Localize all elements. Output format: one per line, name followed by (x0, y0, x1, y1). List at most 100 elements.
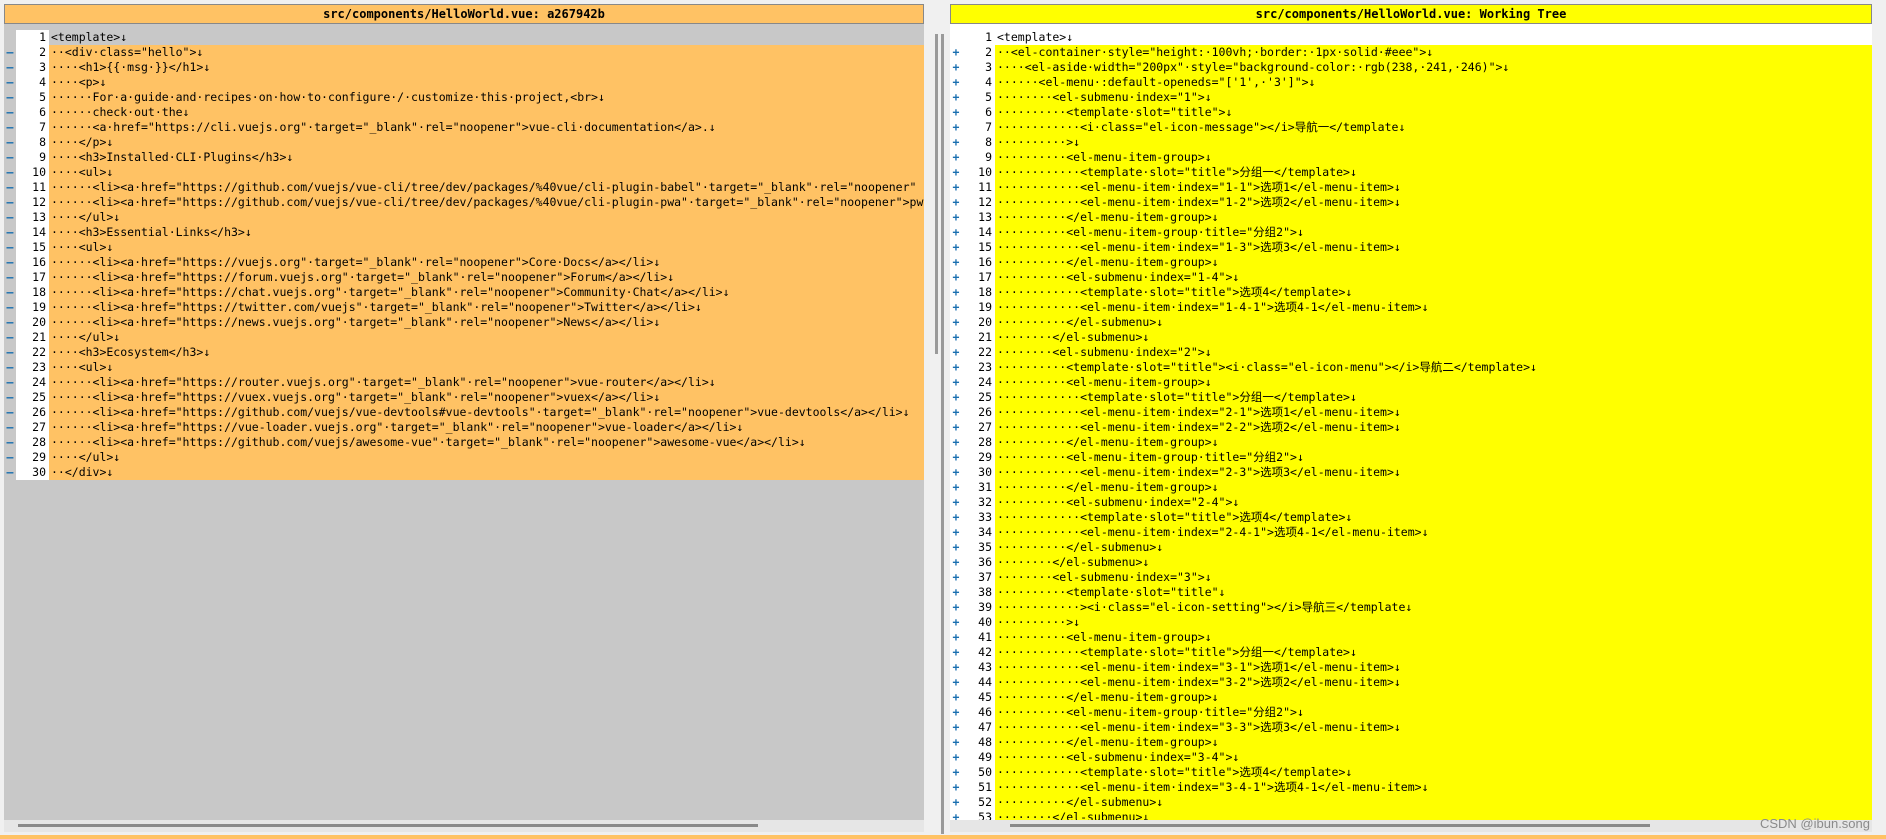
right-horizontal-scrollbar[interactable] (950, 820, 1872, 832)
code-line[interactable]: +37 ········<el-submenu·index="3">↓ (950, 570, 1872, 585)
code-line[interactable]: —2 ··<div·class="hello">↓ (4, 45, 924, 60)
code-line[interactable]: —30 ··</div>↓ (4, 465, 924, 480)
code-line[interactable]: +46 ··········<el-menu-item-group·title="… (950, 705, 1872, 720)
left-code-area[interactable]: 1 <template>↓ —2 ··<div·class="hello">↓ —3 ··… (4, 30, 924, 818)
code-line[interactable]: —7 ······<a·href="https://cli.vuejs.org"·… (4, 120, 924, 135)
left-vertical-scrollbar-thumb[interactable] (935, 34, 938, 354)
code-line[interactable]: —4 ····<p>↓ (4, 75, 924, 90)
code-line[interactable]: +6 ··········<template·slot="title">↓ (950, 105, 1872, 120)
code-line[interactable]: —18 ······<li><a·href="https://chat.vuejs… (4, 285, 924, 300)
code-line[interactable]: +29 ··········<el-menu-item-group·title="… (950, 450, 1872, 465)
code-line[interactable]: —13 ····</ul>↓ (4, 210, 924, 225)
code-line[interactable]: +26 ············<el-menu-item·index="2-1"… (950, 405, 1872, 420)
code-line[interactable]: +38 ··········<template·slot="title"↓ (950, 585, 1872, 600)
code-line[interactable]: +25 ············<template·slot="title">分组… (950, 390, 1872, 405)
added-line-marker: + (952, 780, 960, 794)
line-code-text: ············<el-menu-item·index="2-2">选项… (995, 420, 1872, 435)
code-line[interactable]: +28 ··········</el-menu-item-group>↓ (950, 435, 1872, 450)
code-line[interactable]: +45 ··········</el-menu-item-group>↓ (950, 690, 1872, 705)
left-diff-pane[interactable]: src/components/HelloWorld.vue: a267942b … (4, 4, 924, 832)
left-scroll-thumb[interactable] (18, 824, 758, 827)
code-line[interactable]: +44 ············<el-menu-item·index="3-2"… (950, 675, 1872, 690)
right-code-area[interactable]: 1 <template>↓ +2 ··<el-container·style="hei… (950, 30, 1872, 825)
code-line[interactable]: +52 ··········</el-submenu>↓ (950, 795, 1872, 810)
code-line[interactable]: +15 ············<el-menu-item·index="1-3"… (950, 240, 1872, 255)
code-line[interactable]: —10 ····<ul>↓ (4, 165, 924, 180)
code-line[interactable]: —19 ······<li><a·href="https://twitter.co… (4, 300, 924, 315)
code-line[interactable]: +31 ··········</el-menu-item-group>↓ (950, 480, 1872, 495)
line-code-text: ····</ul>↓ (49, 210, 924, 225)
code-line[interactable]: —24 ······<li><a·href="https://router.vue… (4, 375, 924, 390)
code-line[interactable]: —17 ······<li><a·href="https://forum.vuej… (4, 270, 924, 285)
code-line[interactable]: +7 ············<i·class="el-icon-message"… (950, 120, 1872, 135)
left-horizontal-scrollbar[interactable] (4, 820, 924, 832)
code-line[interactable]: +27 ············<el-menu-item·index="2-2"… (950, 420, 1872, 435)
code-line[interactable]: 1 <template>↓ (950, 30, 1872, 45)
right-vertical-scrollbar-track[interactable] (941, 34, 944, 834)
code-line[interactable]: +36 ········</el-submenu>↓ (950, 555, 1872, 570)
code-line[interactable]: +32 ··········<el-submenu·index="2-4">↓ (950, 495, 1872, 510)
code-line[interactable]: —29 ····</ul>↓ (4, 450, 924, 465)
code-line[interactable]: +4 ······<el-menu·:default-openeds="['1',… (950, 75, 1872, 90)
code-line[interactable]: —26 ······<li><a·href="https://github.com… (4, 405, 924, 420)
code-line[interactable]: +14 ··········<el-menu-item-group·title="… (950, 225, 1872, 240)
code-line[interactable]: +47 ············<el-menu-item·index="3-3"… (950, 720, 1872, 735)
code-line[interactable]: —23 ····<ul>↓ (4, 360, 924, 375)
code-line[interactable]: —22 ····<h3>Ecosystem</h3>↓ (4, 345, 924, 360)
code-line[interactable]: —12 ······<li><a·href="https://github.com… (4, 195, 924, 210)
code-line[interactable]: —5 ······For·a·guide·and·recipes·on·how·t… (4, 90, 924, 105)
code-line[interactable]: +23 ··········<template·slot="title"><i·c… (950, 360, 1872, 375)
code-line[interactable]: —8 ····</p>↓ (4, 135, 924, 150)
code-line[interactable]: +2 ··<el-container·style="height:·100vh;·… (950, 45, 1872, 60)
code-line[interactable]: +30 ············<el-menu-item·index="2-3"… (950, 465, 1872, 480)
code-line[interactable]: +34 ············<el-menu-item·index="2-4-… (950, 525, 1872, 540)
code-line[interactable]: +21 ········</el-submenu>↓ (950, 330, 1872, 345)
right-scroll-thumb[interactable] (1010, 824, 1650, 827)
line-code-text: ··········</el-menu-item-group>↓ (995, 210, 1872, 225)
code-line[interactable]: —15 ····<ul>↓ (4, 240, 924, 255)
code-line[interactable]: +8 ··········>↓ (950, 135, 1872, 150)
code-line[interactable]: +16 ··········</el-menu-item-group>↓ (950, 255, 1872, 270)
code-line[interactable]: +40 ··········>↓ (950, 615, 1872, 630)
pane-splitter[interactable] (928, 4, 946, 834)
code-line[interactable]: +19 ············<el-menu-item·index="1-4-… (950, 300, 1872, 315)
code-line[interactable]: +35 ··········</el-submenu>↓ (950, 540, 1872, 555)
code-line[interactable]: —28 ······<li><a·href="https://github.com… (4, 435, 924, 450)
code-line[interactable]: +10 ············<template·slot="title">分组… (950, 165, 1872, 180)
code-line[interactable]: —16 ······<li><a·href="https://vuejs.org"… (4, 255, 924, 270)
code-line[interactable]: —3 ····<h1>{{·msg·}}</h1>↓ (4, 60, 924, 75)
code-line[interactable]: —20 ······<li><a·href="https://news.vuejs… (4, 315, 924, 330)
code-line[interactable]: +49 ··········<el-submenu·index="3-4">↓ (950, 750, 1872, 765)
code-line[interactable]: —6 ······check·out·the↓ (4, 105, 924, 120)
code-line[interactable]: +12 ············<el-menu-item·index="1-2"… (950, 195, 1872, 210)
code-line[interactable]: +43 ············<el-menu-item·index="3-1"… (950, 660, 1872, 675)
code-line[interactable]: +48 ··········</el-menu-item-group>↓ (950, 735, 1872, 750)
code-line[interactable]: +20 ··········</el-submenu>↓ (950, 315, 1872, 330)
code-line[interactable]: +22 ········<el-submenu·index="2">↓ (950, 345, 1872, 360)
code-line[interactable]: +11 ············<el-menu-item·index="1-1"… (950, 180, 1872, 195)
code-line[interactable]: —25 ······<li><a·href="https://vuex.vuejs… (4, 390, 924, 405)
code-line[interactable]: +17 ··········<el-submenu·index="1-4">↓ (950, 270, 1872, 285)
code-line[interactable]: +39 ············><i·class="el-icon-settin… (950, 600, 1872, 615)
code-line[interactable]: +18 ············<template·slot="title">选项… (950, 285, 1872, 300)
code-line[interactable]: —9 ····<h3>Installed·CLI·Plugins</h3>↓ (4, 150, 924, 165)
code-line[interactable]: —14 ····<h3>Essential·Links</h3>↓ (4, 225, 924, 240)
code-line[interactable]: +50 ············<template·slot="title">选项… (950, 765, 1872, 780)
code-line[interactable]: +13 ··········</el-menu-item-group>↓ (950, 210, 1872, 225)
code-line[interactable]: +3 ····<el-aside·width="200px"·style="bac… (950, 60, 1872, 75)
added-line-marker: + (952, 105, 960, 119)
code-line[interactable]: +51 ············<el-menu-item·index="3-4-… (950, 780, 1872, 795)
code-line[interactable]: —11 ······<li><a·href="https://github.com… (4, 180, 924, 195)
code-line[interactable]: —27 ······<li><a·href="https://vue-loader… (4, 420, 924, 435)
code-line[interactable]: +9 ··········<el-menu-item-group>↓ (950, 150, 1872, 165)
code-line[interactable]: +41 ··········<el-menu-item-group>↓ (950, 630, 1872, 645)
added-line-marker: + (952, 690, 960, 704)
code-line[interactable]: +33 ············<template·slot="title">选项… (950, 510, 1872, 525)
right-diff-pane[interactable]: src/components/HelloWorld.vue: Working T… (950, 4, 1872, 832)
code-line[interactable]: 1 <template>↓ (4, 30, 924, 45)
code-line[interactable]: +42 ············<template·slot="title">分组… (950, 645, 1872, 660)
code-line[interactable]: +24 ··········<el-menu-item-group>↓ (950, 375, 1872, 390)
line-code-text: ··········<el-submenu·index="3-4">↓ (995, 750, 1872, 765)
code-line[interactable]: +5 ········<el-submenu·index="1">↓ (950, 90, 1872, 105)
code-line[interactable]: —21 ····</ul>↓ (4, 330, 924, 345)
